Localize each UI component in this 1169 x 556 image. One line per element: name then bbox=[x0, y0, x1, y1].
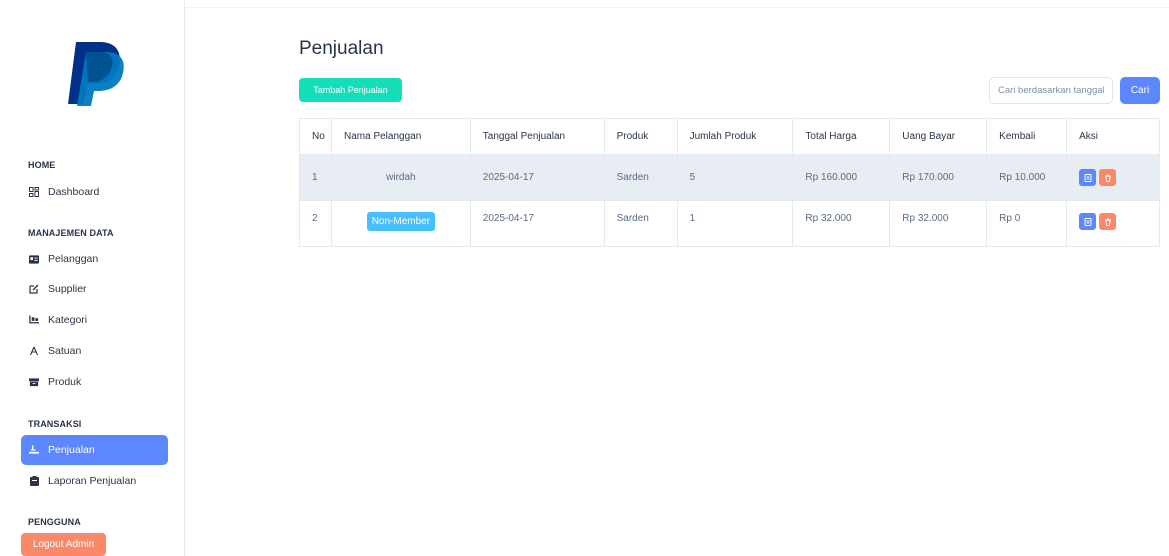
sidebar-item-label: Supplier bbox=[48, 283, 87, 295]
delete-button[interactable] bbox=[1099, 213, 1117, 230]
col-header-kembali: Kembali bbox=[986, 118, 1068, 155]
sidebar-item-dashboard[interactable]: Dashboard bbox=[21, 177, 168, 207]
sidebar: HOME Dashboard MANAJEMEN DATA Pelanggan … bbox=[0, 0, 185, 556]
col-header-total: Total Harga bbox=[792, 118, 891, 155]
cell-no: 1 bbox=[299, 154, 332, 201]
col-header-no: No bbox=[299, 118, 332, 155]
col-header-produk: Produk bbox=[603, 118, 678, 155]
table-header-row: No Nama Pelanggan Tanggal Penjualan Prod… bbox=[299, 118, 1160, 155]
add-penjualan-button[interactable]: Tambah Penjualan bbox=[299, 78, 402, 102]
cell-tanggal: 2025-04-17 bbox=[469, 154, 605, 201]
cell-produk: Sarden bbox=[603, 154, 678, 201]
col-header-pelanggan: Nama Pelanggan bbox=[330, 118, 471, 155]
logout-button[interactable]: Logout Admin bbox=[21, 533, 106, 556]
penjualan-table: No Nama Pelanggan Tanggal Penjualan Prod… bbox=[299, 118, 1160, 247]
edit-button[interactable] bbox=[1079, 169, 1097, 186]
section-manajemen: MANAJEMEN DATA bbox=[28, 228, 114, 238]
sidebar-item-label: Penjualan bbox=[48, 444, 95, 456]
search-input[interactable] bbox=[989, 77, 1113, 104]
section-pengguna: PENGGUNA bbox=[28, 517, 81, 527]
table-row: 1 wirdah 2025-04-17 Sarden 5 Rp 160.000 … bbox=[299, 154, 1160, 201]
box-icon bbox=[29, 377, 39, 387]
cell-kembali: Rp 10.000 bbox=[986, 154, 1068, 201]
section-home: HOME bbox=[28, 160, 56, 170]
cell-aksi bbox=[1066, 200, 1160, 247]
note-icon bbox=[1084, 217, 1092, 226]
page-title: Penjualan bbox=[299, 38, 384, 59]
cell-produk: Sarden bbox=[603, 200, 678, 247]
cell-pelanggan: Non-Member bbox=[330, 200, 471, 247]
col-header-tanggal: Tanggal Penjualan bbox=[469, 118, 605, 155]
sidebar-item-satuan[interactable]: Satuan bbox=[21, 336, 168, 366]
col-header-jumlah: Jumlah Produk bbox=[676, 118, 794, 155]
cell-total: Rp 160.000 bbox=[792, 154, 891, 201]
layout-grid-icon bbox=[29, 187, 39, 197]
cell-kembali: Rp 0 bbox=[986, 200, 1068, 247]
cell-tanggal: 2025-04-17 bbox=[469, 200, 605, 247]
sidebar-item-produk[interactable]: Produk bbox=[21, 367, 168, 397]
sidebar-item-label: Satuan bbox=[48, 345, 82, 357]
cell-total: Rp 32.000 bbox=[792, 200, 891, 247]
sidebar-item-label: Kategori bbox=[48, 314, 88, 326]
cell-bayar: Rp 32.000 bbox=[889, 200, 988, 247]
cell-no: 2 bbox=[299, 200, 332, 247]
note-icon bbox=[1084, 173, 1092, 182]
sidebar-item-pelanggan[interactable]: Pelanggan bbox=[21, 244, 168, 274]
sidebar-item-label: Pelanggan bbox=[48, 253, 99, 265]
search-button[interactable]: Cari bbox=[1120, 77, 1160, 104]
edit-icon bbox=[29, 284, 39, 294]
cell-bayar: Rp 170.000 bbox=[889, 154, 988, 201]
ruler-icon bbox=[29, 346, 39, 356]
section-transaksi: TRANSAKSI bbox=[28, 419, 82, 429]
col-header-aksi: Aksi bbox=[1066, 118, 1160, 155]
paypal-logo bbox=[68, 42, 124, 106]
non-member-badge: Non-Member bbox=[366, 212, 436, 231]
cell-jumlah: 1 bbox=[676, 200, 794, 247]
edit-button[interactable] bbox=[1079, 213, 1097, 230]
clipboard-icon bbox=[29, 476, 39, 486]
delete-button[interactable] bbox=[1099, 169, 1117, 186]
cash-icon bbox=[29, 445, 39, 455]
sidebar-item-laporan[interactable]: Laporan Penjualan bbox=[21, 466, 168, 496]
top-divider bbox=[185, 7, 1169, 8]
sidebar-item-label: Dashboard bbox=[48, 186, 100, 198]
sidebar-item-penjualan[interactable]: Penjualan bbox=[21, 435, 168, 465]
cell-pelanggan: wirdah bbox=[330, 154, 471, 201]
sidebar-item-supplier[interactable]: Supplier bbox=[21, 274, 168, 304]
table-row: 2 Non-Member 2025-04-17 Sarden 1 Rp 32.0… bbox=[299, 200, 1160, 247]
cell-aksi bbox=[1066, 154, 1160, 201]
id-card-icon bbox=[29, 254, 39, 264]
truck-loading-icon bbox=[29, 315, 39, 325]
sidebar-item-label: Laporan Penjualan bbox=[48, 475, 137, 487]
trash-icon bbox=[1104, 174, 1111, 182]
sidebar-item-kategori[interactable]: Kategori bbox=[21, 305, 168, 335]
sidebar-item-label: Produk bbox=[48, 376, 82, 388]
col-header-bayar: Uang Bayar bbox=[889, 118, 988, 155]
trash-icon bbox=[1104, 218, 1111, 226]
cell-jumlah: 5 bbox=[676, 154, 794, 201]
